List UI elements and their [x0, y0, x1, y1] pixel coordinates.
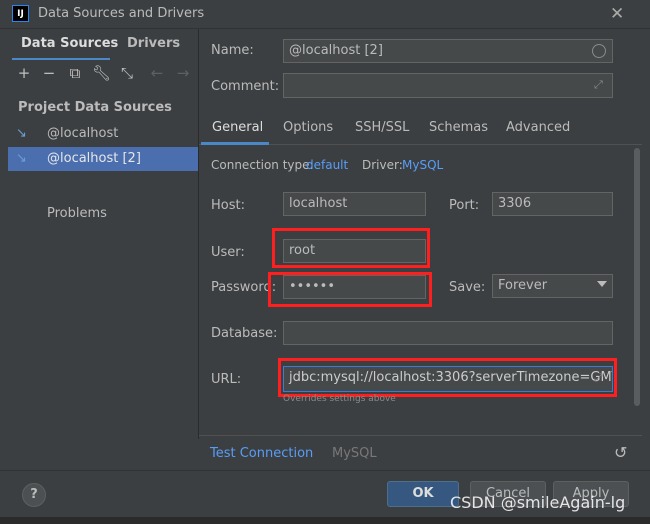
add-icon[interactable]: +: [15, 64, 33, 82]
host-label: Host:: [211, 198, 245, 213]
duplicate-icon[interactable]: ⧉: [66, 64, 84, 82]
save-label: Save:: [449, 280, 486, 295]
driver-label: Driver:: [362, 158, 403, 172]
connection-type-link[interactable]: default: [306, 158, 348, 172]
driver-name-label: MySQL: [332, 446, 377, 461]
active-tab-indicator: [12, 58, 110, 60]
tab-options[interactable]: Options: [283, 120, 333, 135]
expand-icon[interactable]: ⤢: [594, 78, 603, 92]
database-label: Database:: [211, 326, 278, 341]
database-field[interactable]: [283, 321, 613, 345]
comment-label: Comment:: [211, 79, 280, 94]
highlight-box-user: [272, 228, 430, 268]
url-override-hint: Overrides settings above: [283, 394, 396, 404]
driver-link[interactable]: MySQL: [402, 158, 443, 172]
active-tab-indicator: [201, 142, 269, 145]
mysql-dolphin-icon: ↘: [16, 151, 27, 166]
wrench-icon[interactable]: 🔧︎: [92, 64, 111, 82]
color-circle-icon[interactable]: [592, 44, 606, 58]
problems-item[interactable]: Problems: [47, 206, 107, 221]
tab-data-sources[interactable]: Data Sources: [21, 36, 118, 51]
user-label: User:: [211, 245, 245, 260]
save-dropdown[interactable]: Forever: [492, 274, 613, 298]
watermark: CSDN @smileAgain-lg: [450, 493, 626, 512]
test-connection-link[interactable]: Test Connection: [210, 446, 313, 461]
settings-tabs: [199, 112, 642, 145]
comment-field[interactable]: [283, 73, 613, 98]
project-data-sources-heading: Project Data Sources: [18, 100, 172, 115]
highlight-box-password: [268, 272, 432, 307]
revert-icon[interactable]: ↺: [614, 443, 627, 462]
background-edge: [0, 517, 650, 524]
name-label: Name:: [211, 43, 254, 58]
remove-icon[interactable]: −: [40, 64, 58, 82]
data-source-label: @localhost: [47, 126, 119, 141]
window-title: Data Sources and Drivers: [38, 6, 205, 21]
back-arrow-icon[interactable]: ←: [148, 64, 166, 82]
url-label: URL:: [211, 372, 242, 387]
close-icon[interactable]: ✕: [610, 4, 624, 24]
chevron-down-icon: [597, 281, 607, 287]
name-field[interactable]: @localhost [2]: [283, 39, 613, 63]
divider: [0, 470, 650, 471]
intellij-app-icon: IJ: [12, 5, 29, 22]
host-field[interactable]: localhost: [283, 192, 426, 216]
tab-drivers[interactable]: Drivers: [127, 36, 180, 51]
port-label: Port:: [449, 198, 480, 213]
tab-ssh-ssl[interactable]: SSH/SSL: [355, 120, 409, 135]
port-field[interactable]: 3306: [492, 192, 613, 216]
connection-type-label: Connection type:: [211, 158, 314, 172]
scrollbar[interactable]: [634, 148, 640, 406]
forward-arrow-icon[interactable]: →: [174, 64, 192, 82]
tab-schemas[interactable]: Schemas: [429, 120, 488, 135]
data-source-label: @localhost [2]: [47, 151, 141, 166]
sidebar: [8, 29, 199, 439]
tab-advanced[interactable]: Advanced: [506, 120, 570, 135]
tab-general[interactable]: General: [212, 120, 263, 135]
help-button[interactable]: ?: [22, 483, 46, 507]
ok-button[interactable]: OK: [387, 481, 459, 507]
make-global-icon[interactable]: ⤡: [118, 64, 136, 82]
mysql-dolphin-icon: ↘: [16, 126, 27, 141]
password-label: Password:: [211, 280, 277, 295]
highlight-box-url: [278, 358, 617, 397]
